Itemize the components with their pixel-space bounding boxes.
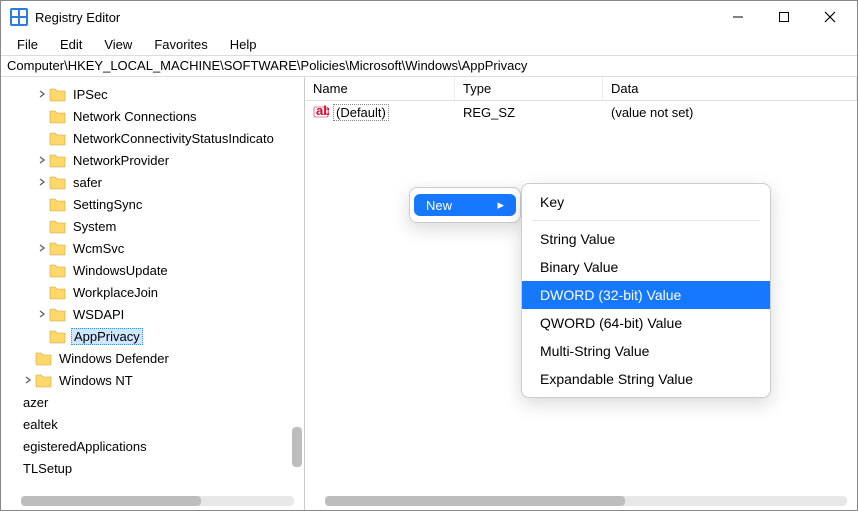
tree-vertical-scrollbar[interactable] — [292, 97, 302, 490]
expand-chevron-icon[interactable] — [35, 178, 49, 186]
folder-icon — [49, 240, 67, 256]
tree-item-label: safer — [71, 175, 104, 190]
tree-item-label: System — [71, 219, 118, 234]
menu-help[interactable]: Help — [220, 35, 267, 54]
value-data: (value not set) — [603, 103, 857, 122]
tree-item[interactable]: Windows NT — [1, 369, 304, 391]
context-submenu: Key String ValueBinary ValueDWORD (32-bit… — [521, 183, 771, 398]
close-button[interactable] — [807, 1, 853, 33]
context-item[interactable]: Key — [522, 188, 770, 216]
menu-separator — [532, 220, 760, 221]
tree-item-label: egisteredApplications — [21, 439, 149, 454]
tree-item[interactable]: WindowsUpdate — [1, 259, 304, 281]
menu-favorites[interactable]: Favorites — [144, 35, 217, 54]
context-item[interactable]: String Value — [522, 225, 770, 253]
context-item[interactable]: Expandable String Value — [522, 365, 770, 393]
folder-icon — [49, 174, 67, 190]
tree-item[interactable]: azer — [1, 391, 304, 413]
tree-item[interactable]: ealtek — [1, 413, 304, 435]
tree-item[interactable]: NetworkProvider — [1, 149, 304, 171]
window-title: Registry Editor — [35, 10, 715, 25]
context-menu-new: New ▸ — [409, 187, 521, 223]
tree-item[interactable]: IPSec — [1, 83, 304, 105]
context-item[interactable]: DWORD (32-bit) Value — [522, 281, 770, 309]
menubar: File Edit View Favorites Help — [1, 33, 857, 55]
svg-text:ab: ab — [316, 104, 329, 118]
submenu-arrow-icon: ▸ — [497, 197, 504, 213]
tree-item-label: TLSetup — [21, 461, 74, 476]
tree-item-label: Network Connections — [71, 109, 199, 124]
tree-item[interactable]: System — [1, 215, 304, 237]
folder-icon — [49, 306, 67, 322]
tree-item-label: WSDAPI — [71, 307, 126, 322]
tree-horizontal-scrollbar[interactable] — [21, 496, 294, 506]
folder-icon — [49, 262, 67, 278]
string-value-icon: ab — [313, 104, 329, 120]
tree-item[interactable]: WorkplaceJoin — [1, 281, 304, 303]
folder-icon — [49, 328, 67, 344]
tree-item[interactable]: safer — [1, 171, 304, 193]
list-header: Name Type Data — [305, 77, 857, 101]
tree-item[interactable]: Windows Defender — [1, 347, 304, 369]
col-type[interactable]: Type — [455, 77, 603, 100]
maximize-button[interactable] — [761, 1, 807, 33]
menu-file[interactable]: File — [7, 35, 48, 54]
tree-item[interactable]: egisteredApplications — [1, 435, 304, 457]
expand-chevron-icon[interactable] — [35, 310, 49, 318]
tree-pane[interactable]: IPSec Network Connections NetworkConnectiv… — [1, 77, 305, 510]
folder-icon — [49, 218, 67, 234]
expand-chevron-icon[interactable] — [35, 244, 49, 252]
minimize-button[interactable] — [715, 1, 761, 33]
tree-item[interactable]: TLSetup — [1, 457, 304, 479]
folder-icon — [49, 130, 67, 146]
tree-item-label: WorkplaceJoin — [71, 285, 160, 300]
folder-icon — [35, 350, 53, 366]
tree-item[interactable]: Network Connections — [1, 105, 304, 127]
list-pane[interactable]: Name Type Data ab (Default) REG_SZ (valu… — [305, 77, 857, 510]
tree-item[interactable]: SettingSync — [1, 193, 304, 215]
tree-item[interactable]: AppPrivacy — [1, 325, 304, 347]
folder-icon — [49, 196, 67, 212]
folder-icon — [49, 108, 67, 124]
tree-item[interactable]: NetworkConnectivityStatusIndicato — [1, 127, 304, 149]
expand-chevron-icon[interactable] — [35, 156, 49, 164]
expand-chevron-icon[interactable] — [21, 376, 35, 384]
menu-edit[interactable]: Edit — [50, 35, 92, 54]
tree-item-label: NetworkConnectivityStatusIndicato — [71, 131, 276, 146]
tree-item-label: Windows NT — [57, 373, 135, 388]
folder-icon — [35, 372, 53, 388]
menu-view[interactable]: View — [94, 35, 142, 54]
context-item[interactable]: QWORD (64-bit) Value — [522, 309, 770, 337]
context-item[interactable]: Binary Value — [522, 253, 770, 281]
address-bar[interactable]: Computer\HKEY_LOCAL_MACHINE\SOFTWARE\Pol… — [1, 55, 857, 77]
tree-item-label: Windows Defender — [57, 351, 171, 366]
folder-icon — [49, 284, 67, 300]
app-icon — [9, 7, 29, 27]
col-data[interactable]: Data — [603, 77, 857, 100]
tree-item-label: ealtek — [21, 417, 60, 432]
tree-item[interactable]: WcmSvc — [1, 237, 304, 259]
tree-item-label: IPSec — [71, 87, 110, 102]
tree-item[interactable]: WSDAPI — [1, 303, 304, 325]
folder-icon — [49, 86, 67, 102]
titlebar: Registry Editor — [1, 1, 857, 33]
context-new-item[interactable]: New ▸ — [414, 194, 516, 216]
value-type: REG_SZ — [455, 103, 603, 122]
col-name[interactable]: Name — [305, 77, 455, 100]
tree-item-label: azer — [21, 395, 50, 410]
list-row[interactable]: ab (Default) REG_SZ (value not set) — [305, 101, 857, 123]
tree-item-label: SettingSync — [71, 197, 144, 212]
list-horizontal-scrollbar[interactable] — [325, 496, 847, 506]
context-item[interactable]: Multi-String Value — [522, 337, 770, 365]
tree-item-label: AppPrivacy — [71, 328, 143, 345]
folder-icon — [49, 152, 67, 168]
expand-chevron-icon[interactable] — [35, 90, 49, 98]
tree-item-label: WindowsUpdate — [71, 263, 170, 278]
tree-item-label: WcmSvc — [71, 241, 126, 256]
value-name: (Default) — [333, 104, 389, 121]
tree-item-label: NetworkProvider — [71, 153, 171, 168]
address-path: Computer\HKEY_LOCAL_MACHINE\SOFTWARE\Pol… — [7, 58, 527, 73]
